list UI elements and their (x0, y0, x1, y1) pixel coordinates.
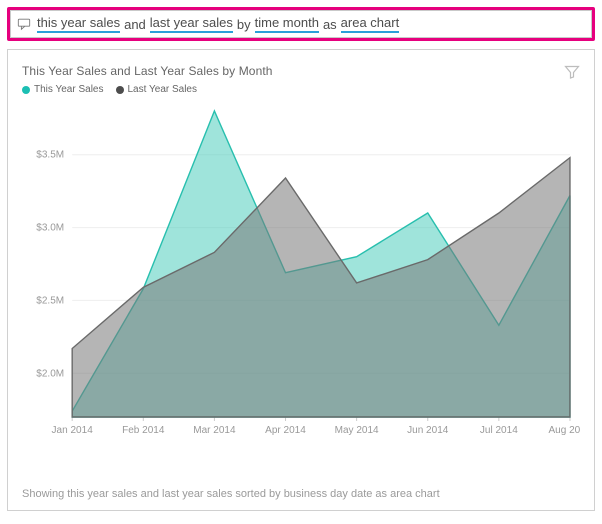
query-phrase-2: last year sales (150, 16, 233, 33)
svg-text:Jun 2014: Jun 2014 (407, 425, 449, 436)
legend-label-b: Last Year Sales (128, 84, 198, 95)
legend-item-b[interactable]: Last Year Sales (116, 84, 198, 95)
chart-title: This Year Sales and Last Year Sales by M… (22, 64, 273, 78)
legend-item-a[interactable]: This Year Sales (22, 84, 104, 95)
chart-card: This Year Sales and Last Year Sales by M… (7, 49, 595, 511)
legend-swatch-a (22, 86, 30, 94)
filter-icon[interactable] (564, 64, 580, 80)
area-chart[interactable]: $2.0M $2.5M $3.0M $3.5M Jan 2014 Feb 2014 Mar … (22, 105, 580, 445)
legend-swatch-b (116, 86, 124, 94)
query-phrase-3: time month (255, 16, 319, 33)
svg-text:$2.0M: $2.0M (36, 368, 64, 379)
legend-label-a: This Year Sales (34, 84, 104, 95)
svg-text:$2.5M: $2.5M (36, 295, 64, 306)
svg-text:Jan 2014: Jan 2014 (52, 425, 94, 436)
query-phrase-1: this year sales (37, 16, 120, 33)
chart-header: This Year Sales and Last Year Sales by M… (22, 64, 580, 95)
svg-text:Mar 2014: Mar 2014 (193, 425, 236, 436)
svg-text:Feb 2014: Feb 2014 (122, 425, 165, 436)
query-as: as (323, 17, 337, 32)
query-highlight: this year sales and last year sales by t… (7, 7, 595, 41)
svg-text:Aug 2014: Aug 2014 (549, 425, 580, 436)
query-and-1: and (124, 17, 146, 32)
chat-icon (17, 17, 31, 31)
chart-legend: This Year Sales Last Year Sales (22, 84, 273, 95)
svg-text:Apr 2014: Apr 2014 (265, 425, 306, 436)
svg-text:$3.0M: $3.0M (36, 223, 64, 234)
chart-description: Showing this year sales and last year sa… (22, 488, 580, 500)
qna-input[interactable]: this year sales and last year sales by t… (10, 10, 592, 38)
query-by: by (237, 17, 251, 32)
query-phrase-4: area chart (341, 16, 400, 33)
svg-text:$3.5M: $3.5M (36, 150, 64, 161)
svg-text:May 2014: May 2014 (335, 425, 379, 436)
app-frame: this year sales and last year sales by t… (0, 0, 602, 524)
svg-text:Jul 2014: Jul 2014 (480, 425, 518, 436)
